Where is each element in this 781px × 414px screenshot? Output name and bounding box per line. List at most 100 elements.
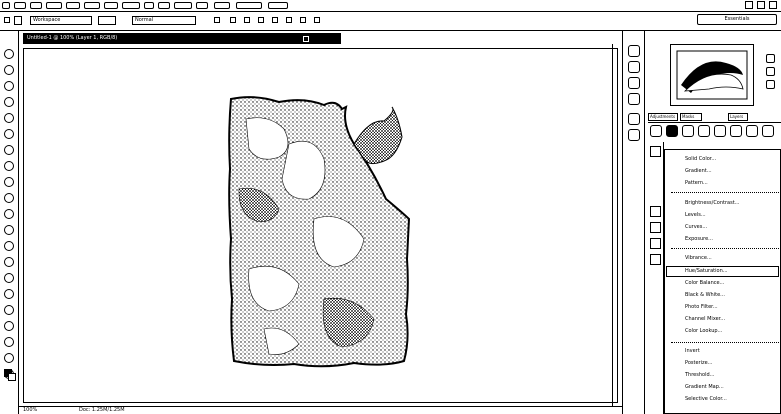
path-select-tool-icon[interactable]	[4, 305, 14, 315]
minimize-icon[interactable]	[745, 1, 753, 9]
tab-close-icon[interactable]	[303, 36, 309, 42]
menu-item-selective-color[interactable]: Selective Color...	[685, 396, 727, 403]
option-icon-5[interactable]	[286, 17, 292, 23]
menu-item-pattern[interactable]: Pattern...	[685, 180, 708, 187]
black-white-icon[interactable]	[762, 125, 774, 137]
arrange-docs-dropdown[interactable]	[268, 2, 288, 9]
artboard[interactable]	[23, 48, 618, 403]
workspace-button[interactable]: Essentials	[697, 14, 777, 25]
nav-side-button-3[interactable]	[766, 80, 775, 89]
menu-image[interactable]	[46, 2, 62, 9]
tool-preset-dropdown[interactable]	[14, 16, 22, 25]
menu-item-color-balance[interactable]: Color Balance...	[685, 280, 724, 287]
tab-masks[interactable]: Masks	[680, 113, 702, 121]
menu-select[interactable]	[84, 2, 100, 9]
layer-thumb-5[interactable]	[650, 254, 661, 265]
layer-thumb-2[interactable]	[650, 206, 661, 217]
menu-item-channel-mixer[interactable]: Channel Mixer...	[685, 316, 725, 323]
hand-tool-icon[interactable]	[4, 353, 14, 363]
menu-item-levels[interactable]: Levels...	[685, 212, 706, 219]
tab-adjustments[interactable]: Adjustments	[648, 113, 678, 121]
dodge-tool-icon[interactable]	[4, 257, 14, 267]
zoom-level[interactable]: 100%	[23, 407, 37, 414]
menu-item-color-lookup[interactable]: Color Lookup...	[685, 328, 722, 335]
bridge-icon[interactable]	[214, 2, 230, 9]
menu-item-gradient-map[interactable]: Gradient Map...	[685, 384, 724, 391]
clone-source-panel-icon[interactable]	[628, 93, 640, 105]
preset-field[interactable]: Workspace	[30, 16, 92, 25]
menu-layer[interactable]	[66, 2, 80, 9]
canvas-area[interactable]	[19, 44, 622, 406]
option-icon-1[interactable]	[230, 17, 236, 23]
menu-help[interactable]	[196, 2, 208, 9]
menu-item-hue-saturation[interactable]: Hue/Saturation...	[685, 268, 728, 275]
history-brush-tool-icon[interactable]	[4, 193, 14, 203]
layer-thumb-3[interactable]	[650, 222, 661, 233]
menu-view[interactable]	[158, 2, 170, 9]
close-icon[interactable]	[769, 1, 777, 9]
paragraph-panel-icon[interactable]	[628, 129, 640, 141]
document-tab[interactable]: Untitled-1 @ 100% (Layer 1, RGB/8)	[23, 33, 341, 44]
color-balance-icon[interactable]	[746, 125, 758, 137]
menu-item-posterize[interactable]: Posterize...	[685, 360, 712, 367]
menu-item-brightness[interactable]: Brightness/Contrast...	[685, 200, 739, 207]
brush-tool-icon[interactable]	[4, 161, 14, 171]
eraser-tool-icon[interactable]	[4, 209, 14, 219]
layer-thumb-4[interactable]	[650, 238, 661, 249]
brightness-icon[interactable]	[650, 125, 662, 137]
doc-size[interactable]: Doc: 1.25M/1.25M	[79, 407, 125, 414]
menu-window[interactable]	[174, 2, 192, 9]
menu-analysis[interactable]	[122, 2, 140, 9]
color-swatches[interactable]	[4, 369, 16, 381]
menu-item-black-white[interactable]: Black & White...	[685, 292, 725, 299]
maximize-icon[interactable]	[757, 1, 765, 9]
blur-tool-icon[interactable]	[4, 241, 14, 251]
type-tool-icon[interactable]	[4, 289, 14, 299]
healing-tool-icon[interactable]	[4, 145, 14, 155]
size-field[interactable]	[98, 16, 116, 25]
quick-select-tool-icon[interactable]	[4, 97, 14, 107]
actions-panel-icon[interactable]	[628, 61, 640, 73]
menu-item-threshold[interactable]: Threshold...	[685, 372, 714, 379]
menu-item-photo-filter[interactable]: Photo Filter...	[685, 304, 718, 311]
background-color[interactable]	[8, 373, 16, 381]
history-panel-icon[interactable]	[628, 45, 640, 57]
brushes-panel-icon[interactable]	[628, 77, 640, 89]
option-icon-3[interactable]	[258, 17, 264, 23]
menu-filter[interactable]	[104, 2, 118, 9]
menu-file[interactable]	[14, 2, 26, 9]
move-tool-icon[interactable]	[4, 49, 14, 59]
option-icon-4[interactable]	[272, 17, 278, 23]
nav-side-button-1[interactable]	[766, 54, 775, 63]
navigator-panel[interactable]	[670, 44, 754, 106]
marquee-tool-icon[interactable]	[4, 65, 14, 75]
gradient-tool-icon[interactable]	[4, 225, 14, 235]
sample-icon[interactable]	[214, 17, 220, 23]
option-icon-7[interactable]	[314, 17, 320, 23]
menu-item-vibrance[interactable]: Vibrance...	[685, 255, 712, 262]
mode-field[interactable]: Normal	[132, 16, 196, 25]
shape-tool-icon[interactable]	[4, 321, 14, 331]
nav-side-button-2[interactable]	[766, 67, 775, 76]
character-panel-icon[interactable]	[628, 113, 640, 125]
hue-sat-icon[interactable]	[730, 125, 742, 137]
clone-stamp-tool-icon[interactable]	[4, 177, 14, 187]
menu-edit[interactable]	[30, 2, 42, 9]
levels-icon[interactable]	[666, 125, 678, 137]
option-icon-2[interactable]	[244, 17, 250, 23]
vertical-scrollbar[interactable]	[612, 44, 622, 406]
tab-layers[interactable]: Layers	[728, 113, 748, 121]
menu-item-curves[interactable]: Curves...	[685, 224, 707, 231]
menu-item-solid-color[interactable]: Solid Color...	[685, 156, 716, 163]
3d-rotate-tool-icon[interactable]	[4, 337, 14, 347]
tool-preset-icon[interactable]	[4, 17, 10, 23]
curves-icon[interactable]	[682, 125, 694, 137]
lasso-tool-icon[interactable]	[4, 81, 14, 91]
pen-tool-icon[interactable]	[4, 273, 14, 283]
crop-tool-icon[interactable]	[4, 113, 14, 123]
menu-item-invert[interactable]: Invert	[685, 348, 700, 355]
option-icon-6[interactable]	[300, 17, 306, 23]
menu-item-gradient[interactable]: Gradient...	[685, 168, 712, 175]
layer-thumb-1[interactable]	[650, 146, 661, 157]
view-extras-dropdown[interactable]	[236, 2, 262, 9]
